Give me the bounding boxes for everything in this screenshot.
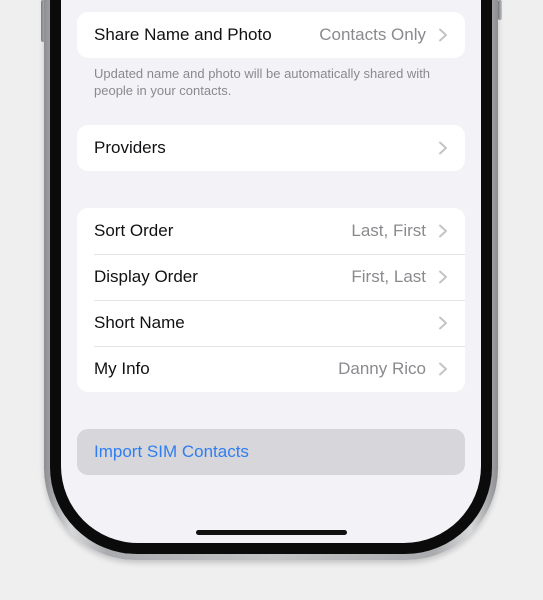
chevron-right-icon <box>439 362 447 376</box>
display-order-value: First, Last <box>351 267 426 286</box>
chevron-right-icon <box>439 28 447 42</box>
providers-group: Providers <box>77 125 465 171</box>
chevron-right-icon <box>439 224 447 238</box>
settings-screen: Share Name and Photo Contacts Only Updat… <box>61 0 481 543</box>
my-info-value: Danny Rico <box>338 359 426 378</box>
my-info-row[interactable]: My Info Danny Rico <box>77 346 465 392</box>
home-indicator[interactable] <box>196 530 347 535</box>
contacts-options-group: Sort Order Last, First Display Order Fir… <box>77 208 465 392</box>
share-name-group: Share Name and Photo Contacts Only <box>77 12 465 58</box>
my-info-label: My Info <box>94 359 150 378</box>
share-name-photo-row[interactable]: Share Name and Photo Contacts Only <box>77 12 465 58</box>
sort-order-value: Last, First <box>351 221 426 240</box>
share-footnote: Updated name and photo will be automatic… <box>94 66 431 98</box>
providers-label: Providers <box>94 138 166 157</box>
chevron-right-icon <box>439 141 447 155</box>
import-sim-contacts-label: Import SIM Contacts <box>94 442 249 461</box>
chevron-right-icon <box>439 316 447 330</box>
share-name-photo-value: Contacts Only <box>319 25 426 44</box>
short-name-row[interactable]: Short Name <box>77 300 465 346</box>
display-order-row[interactable]: Display Order First, Last <box>77 254 465 300</box>
side-button-right <box>498 0 502 20</box>
share-name-photo-label: Share Name and Photo <box>94 25 272 44</box>
import-sim-contacts-button[interactable]: Import SIM Contacts <box>77 429 465 475</box>
sort-order-row[interactable]: Sort Order Last, First <box>77 208 465 254</box>
providers-row[interactable]: Providers <box>77 125 465 171</box>
display-order-label: Display Order <box>94 267 198 286</box>
short-name-label: Short Name <box>94 313 185 332</box>
chevron-right-icon <box>439 270 447 284</box>
sort-order-label: Sort Order <box>94 221 174 240</box>
